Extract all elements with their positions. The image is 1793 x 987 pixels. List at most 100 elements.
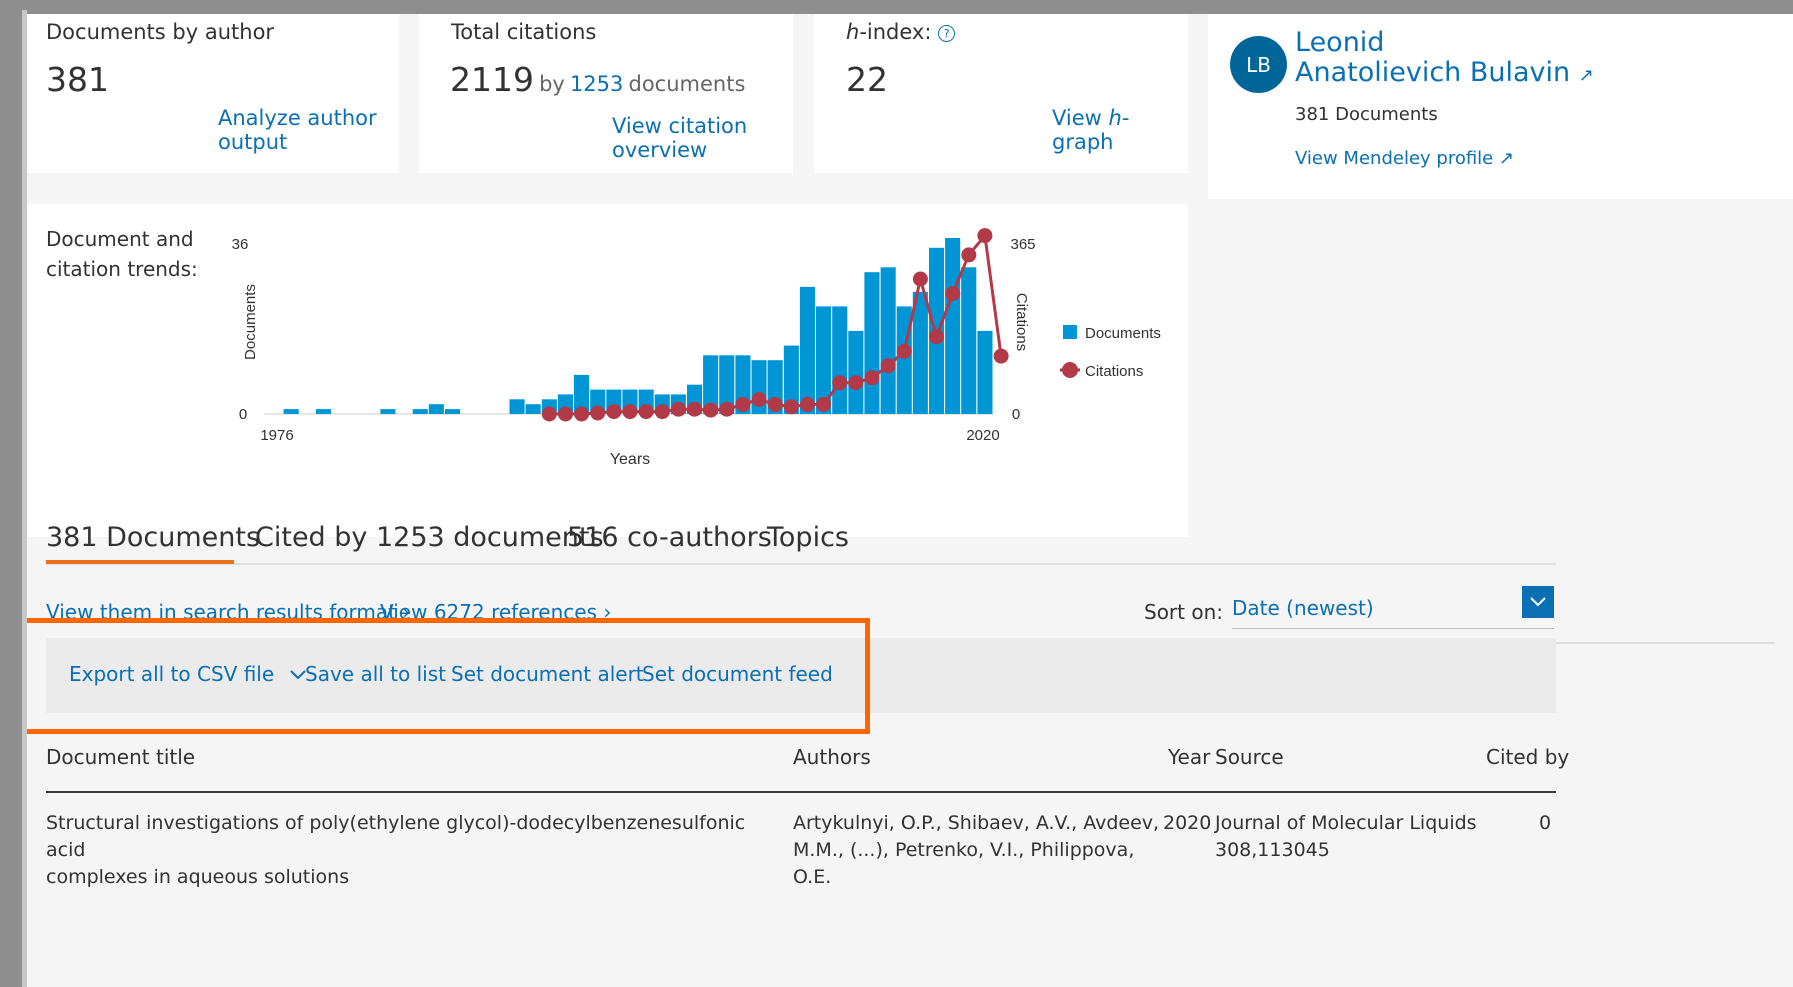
documents-bar-1987[interactable] <box>445 409 461 414</box>
x-axis-label: Years <box>610 451 650 468</box>
legend-documents-swatch <box>1063 325 1077 339</box>
citations-point-2013[interactable] <box>864 370 880 386</box>
citations-metric-value: 2119 <box>450 60 534 99</box>
documents-bar-2013[interactable] <box>864 272 880 414</box>
hindex-metric-value: 22 <box>846 60 888 99</box>
citations-point-2014[interactable] <box>880 358 896 374</box>
citations-point-2011[interactable] <box>832 375 848 391</box>
documents-bar-1977[interactable] <box>283 409 299 414</box>
citing-documents-count-link[interactable]: 1253 <box>570 72 623 96</box>
y-right-min-label: 0 <box>1012 406 1020 423</box>
documents-bar-1992[interactable] <box>525 404 541 414</box>
citations-point-2021[interactable] <box>993 348 1009 364</box>
legend-citations-label: Citations <box>1085 363 1143 380</box>
documents-bar-2020[interactable] <box>977 330 993 414</box>
citations-metric-card: Total citations 2119 by 1253 documents V… <box>419 14 793 173</box>
y-left-max-label: 36 <box>232 236 249 253</box>
documents-bar-1986[interactable] <box>428 404 444 414</box>
trends-chart-card: Document and citation trends: 36 0 365 0… <box>27 204 1188 537</box>
documents-bar-2018[interactable] <box>945 238 961 414</box>
avatar: LB <box>1230 36 1287 93</box>
citations-point-2009[interactable] <box>800 396 815 412</box>
citations-point-1993[interactable] <box>541 406 557 422</box>
y-right-axis-label: Citations <box>1013 293 1030 351</box>
citations-point-2007[interactable] <box>767 396 783 412</box>
documents-metric-card: Documents by author 381 Analyze author o… <box>27 14 399 173</box>
citations-point-2012[interactable] <box>848 375 864 391</box>
document-cited-by[interactable]: 0 <box>1539 810 1551 837</box>
tab-co-authors[interactable]: 516 co-authors <box>567 522 772 553</box>
sort-select-value: Date (newest) <box>1232 596 1374 620</box>
documents-bar-1991[interactable] <box>509 399 525 414</box>
screenshot-frame-top <box>0 0 1793 14</box>
profile-documents-count: 381 Documents <box>1295 104 1438 125</box>
author-name-link[interactable]: Leonid Anatolievich Bulavin ↗ <box>1295 28 1594 91</box>
y-left-min-label: 0 <box>239 406 247 423</box>
document-year: 2020 <box>1163 812 1212 834</box>
citations-point-2002[interactable] <box>687 401 702 417</box>
citations-point-1995[interactable] <box>574 406 590 422</box>
external-link-icon: ↗ <box>1499 148 1515 169</box>
column-header-title[interactable]: Document title <box>46 745 195 769</box>
documents-bar-2011[interactable] <box>832 306 848 414</box>
documents-metric-label: Documents by author <box>46 20 275 44</box>
x-end-label: 2020 <box>966 427 999 444</box>
column-header-year[interactable]: Year <box>1168 745 1210 769</box>
active-tab-underline <box>46 560 234 564</box>
y-left-axis-label: Documents <box>242 284 259 360</box>
citations-point-2010[interactable] <box>816 396 832 412</box>
documents-bar-2009[interactable] <box>799 286 815 414</box>
documents-bar-2014[interactable] <box>880 267 896 414</box>
documents-bar-2012[interactable] <box>848 330 864 414</box>
document-source-link[interactable]: Journal of Molecular Liquids 308,113045 <box>1215 810 1477 864</box>
citations-point-1997[interactable] <box>606 404 622 420</box>
documents-bar-2019[interactable] <box>961 267 977 414</box>
hindex-metric-card: h-index: ? 22 View h-graph <box>814 14 1188 173</box>
column-header-authors[interactable]: Authors <box>793 745 871 769</box>
citations-point-2008[interactable] <box>783 399 799 415</box>
citations-point-1996[interactable] <box>590 405 606 421</box>
citations-point-2017[interactable] <box>929 329 944 345</box>
citations-point-2019[interactable] <box>961 247 977 263</box>
document-title-link[interactable]: Structural investigations of poly(ethyle… <box>46 810 766 891</box>
documents-bar-1979[interactable] <box>315 409 331 414</box>
tab-topics[interactable]: Topics <box>767 522 849 553</box>
citations-point-2000[interactable] <box>654 404 670 420</box>
documents-bar-2016[interactable] <box>912 291 928 414</box>
citations-metric-label: Total citations <box>451 20 597 44</box>
sort-label: Sort on: <box>1144 600 1224 624</box>
external-link-icon: ↗ <box>1578 65 1594 86</box>
profile-card: LB Leonid Anatolievich Bulavin ↗ 381 Doc… <box>1208 14 1793 199</box>
document-authors: Artykulnyi, O.P., Shibaev, A.V., Avdeev,… <box>793 812 1160 888</box>
column-header-cited-by[interactable]: Cited by <box>1486 745 1569 769</box>
sort-select[interactable]: Date (newest) <box>1232 586 1554 629</box>
view-mendeley-profile-link[interactable]: View Mendeley profile ↗ <box>1295 148 1514 169</box>
column-header-source[interactable]: Source <box>1215 745 1284 769</box>
documents-bar-1985[interactable] <box>412 409 428 414</box>
citations-point-2016[interactable] <box>912 271 928 287</box>
view-h-graph-link[interactable]: View h-graph <box>1052 106 1188 154</box>
citations-point-2005[interactable] <box>735 396 751 412</box>
x-start-label: 1976 <box>260 427 293 444</box>
legend-citations-marker <box>1062 362 1078 378</box>
view-citation-overview-link[interactable]: View citation overview <box>612 114 793 162</box>
citations-metric-row: 2119 by 1253 documents <box>450 60 745 99</box>
citations-point-1999[interactable] <box>638 404 654 420</box>
analyze-author-output-link[interactable]: Analyze author output <box>218 106 399 154</box>
citations-point-2018[interactable] <box>945 286 961 301</box>
help-icon[interactable]: ? <box>938 24 956 42</box>
citations-point-1994[interactable] <box>558 406 573 422</box>
tab-documents[interactable]: 381 Documents <box>46 522 260 553</box>
citations-point-2004[interactable] <box>719 401 735 417</box>
y-right-max-label: 365 <box>1010 236 1035 253</box>
hindex-metric-label: h-index: ? <box>846 20 956 44</box>
documents-bar-1983[interactable] <box>380 409 396 414</box>
citations-point-2006[interactable] <box>751 392 767 407</box>
citations-point-2001[interactable] <box>670 401 686 417</box>
chevron-down-icon[interactable] <box>1522 586 1554 618</box>
tab-cited-by[interactable]: Cited by 1253 documents <box>255 522 604 553</box>
citations-point-2003[interactable] <box>703 402 719 418</box>
citations-point-1998[interactable] <box>622 404 638 420</box>
citations-point-2015[interactable] <box>896 343 912 359</box>
citations-point-2020[interactable] <box>977 228 993 244</box>
